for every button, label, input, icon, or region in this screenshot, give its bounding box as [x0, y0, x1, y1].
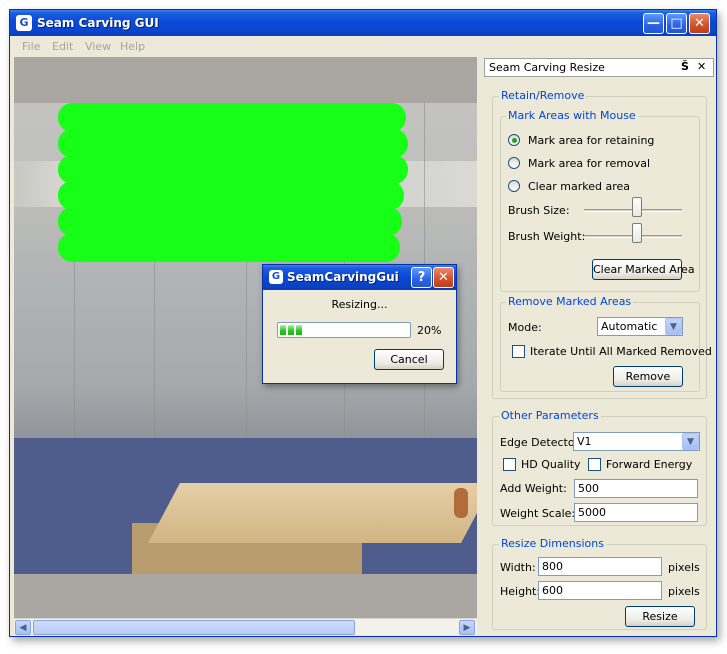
- progress-chunk: [280, 325, 286, 335]
- close-icon: ✕: [694, 16, 705, 31]
- brush-size-thumb[interactable]: [632, 197, 643, 217]
- minimize-button[interactable]: —: [643, 13, 664, 34]
- maximize-button[interactable]: □: [666, 13, 687, 34]
- help-button[interactable]: ?: [411, 267, 432, 288]
- menu-help[interactable]: Help: [120, 40, 145, 53]
- marked-area: [58, 129, 408, 158]
- mark-areas-legend: Mark Areas with Mouse: [506, 109, 638, 122]
- marked-area: [58, 103, 406, 132]
- app-g-icon: G: [269, 270, 283, 284]
- horizontal-scrollbar[interactable]: ◀ ▶: [14, 618, 477, 635]
- other-params-legend: Other Parameters: [499, 409, 601, 422]
- cancel-button[interactable]: Cancel: [374, 349, 444, 370]
- dialog-message: Resizing...: [331, 298, 388, 311]
- retain-remove-legend: Retain/Remove: [499, 89, 587, 102]
- dialog-title: SeamCarvingGui: [287, 270, 399, 284]
- maximize-icon: □: [670, 16, 683, 31]
- progress-chunk: [288, 325, 294, 335]
- add-weight-input[interactable]: 500: [574, 479, 698, 498]
- brush-weight-label: Brush Weight:: [508, 230, 586, 243]
- mode-value: Automatic: [601, 320, 658, 333]
- minimize-icon: —: [647, 16, 660, 31]
- chevron-down-icon[interactable]: ▼: [682, 433, 699, 450]
- height-unit: pixels: [668, 585, 700, 598]
- app-g-icon: G: [16, 15, 32, 31]
- brush-size-label: Brush Size:: [508, 204, 570, 217]
- marked-area: [58, 207, 402, 236]
- forward-energy-checkbox[interactable]: [588, 458, 601, 471]
- dialog-close-button[interactable]: ✕: [433, 267, 454, 288]
- menu-view[interactable]: View: [85, 40, 111, 53]
- hd-quality-label: HD Quality: [521, 458, 581, 471]
- width-unit: pixels: [668, 561, 700, 574]
- removal-radio[interactable]: [508, 157, 520, 169]
- dialog-title-bar[interactable]: G SeamCarvingGui ? ✕: [263, 265, 456, 290]
- clear-radio-label: Clear marked area: [528, 180, 630, 193]
- resize-dims-legend: Resize Dimensions: [499, 537, 606, 550]
- float-icon[interactable]: Š: [681, 60, 689, 73]
- dock-title: Seam Carving Resize: [489, 61, 605, 74]
- clear-radio[interactable]: [508, 180, 520, 192]
- remove-marked-legend: Remove Marked Areas: [506, 295, 634, 308]
- weight-scale-input[interactable]: 5000: [574, 503, 698, 522]
- add-weight-label: Add Weight:: [500, 482, 567, 495]
- width-label: Width:: [500, 561, 536, 574]
- marked-area: [58, 181, 404, 210]
- window-title: Seam Carving GUI: [37, 16, 159, 30]
- forward-energy-label: Forward Energy: [606, 458, 693, 471]
- marked-area: [58, 155, 408, 184]
- menu-file[interactable]: File: [22, 40, 40, 53]
- progress-bar: [277, 322, 411, 338]
- clear-marked-area-button[interactable]: Clear Marked Area: [592, 259, 695, 280]
- title-bar[interactable]: G Seam Carving GUI — □ ✕: [10, 10, 716, 36]
- height-label: Height:: [500, 585, 541, 598]
- counter-top: [148, 483, 477, 543]
- progress-dialog: G SeamCarvingGui ? ✕ Resizing... 20% Can…: [262, 264, 457, 384]
- retain-radio[interactable]: [508, 134, 520, 146]
- mode-select[interactable]: Automatic ▼: [597, 317, 683, 336]
- menu-edit[interactable]: Edit: [52, 40, 73, 53]
- height-input[interactable]: 600: [538, 581, 662, 600]
- menu-bar: File Edit View Help: [10, 36, 716, 56]
- person-foot: [454, 488, 468, 518]
- chevron-down-icon[interactable]: ▼: [665, 318, 682, 335]
- scroll-left-icon[interactable]: ◀: [15, 620, 31, 635]
- remove-button[interactable]: Remove: [613, 366, 683, 387]
- edge-detector-label: Edge Detector:: [500, 436, 583, 449]
- help-icon: ?: [417, 270, 426, 285]
- resize-button[interactable]: Resize: [625, 606, 695, 627]
- progress-percent: 20%: [417, 324, 442, 337]
- dock-header[interactable]: Seam Carving Resize Š ✕: [484, 58, 714, 77]
- iterate-label: Iterate Until All Marked Removed: [530, 345, 712, 358]
- weight-scale-label: Weight Scale:: [500, 507, 576, 520]
- brush-weight-thumb[interactable]: [632, 223, 643, 243]
- width-input[interactable]: 800: [538, 557, 662, 576]
- edge-detector-select[interactable]: V1 ▼: [573, 432, 700, 451]
- scroll-right-icon[interactable]: ▶: [459, 620, 475, 635]
- edge-detector-value: V1: [577, 435, 592, 448]
- progress-chunk: [296, 325, 302, 335]
- dock-close-icon[interactable]: ✕: [697, 60, 706, 73]
- hd-quality-checkbox[interactable]: [503, 458, 516, 471]
- scroll-thumb[interactable]: [33, 620, 355, 635]
- resize-dock-panel: Seam Carving Resize Š ✕ Retain/Remove Ma…: [484, 58, 714, 634]
- marked-area: [58, 233, 400, 262]
- close-button[interactable]: ✕: [689, 13, 710, 34]
- mode-label: Mode:: [508, 321, 542, 334]
- retain-radio-label: Mark area for retaining: [528, 134, 655, 147]
- close-icon: ✕: [438, 270, 449, 285]
- removal-radio-label: Mark area for removal: [528, 157, 651, 170]
- iterate-checkbox[interactable]: [512, 345, 525, 358]
